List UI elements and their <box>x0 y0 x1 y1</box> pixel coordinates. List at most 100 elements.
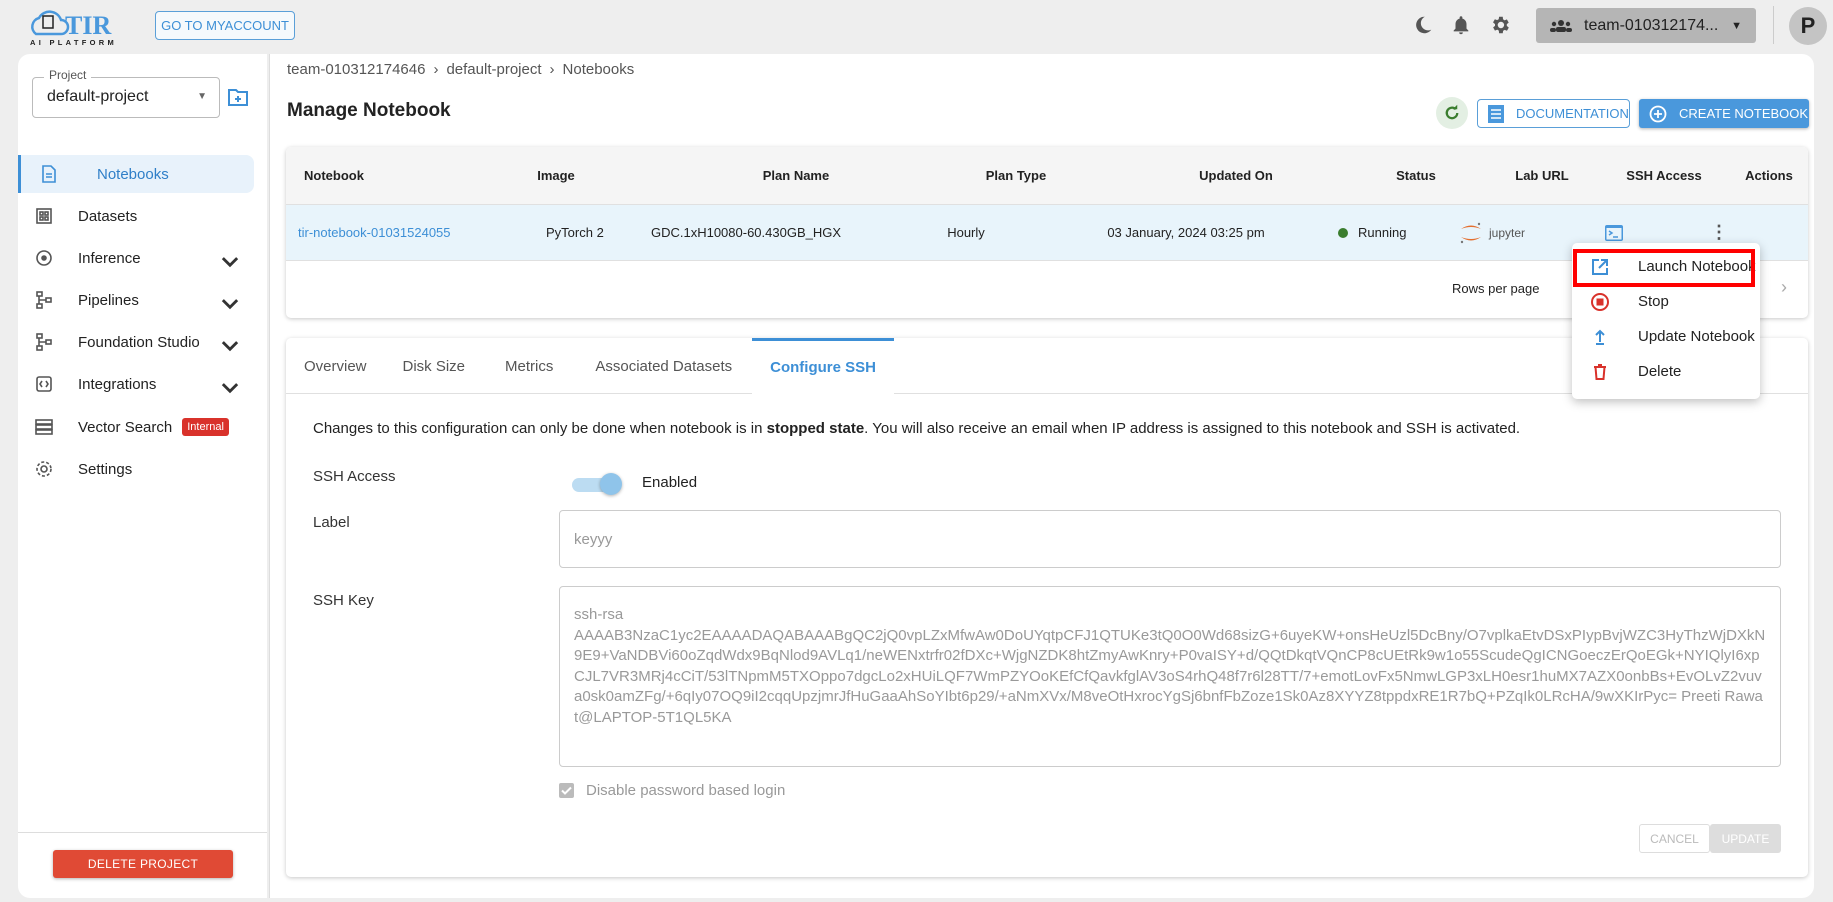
storage-icon <box>35 419 53 435</box>
notebook-details-panel: Overview Disk Size Metrics Associated Da… <box>286 338 1808 877</box>
create-notebook-button[interactable]: CREATE NOTEBOOK <box>1639 99 1809 128</box>
column-header: Lab URL <box>1515 168 1569 183</box>
plus-circle-icon <box>1649 105 1667 122</box>
ssh-info-text: Changes to this configuration can only b… <box>313 420 1521 437</box>
tab-overview[interactable]: Overview <box>286 338 385 394</box>
cancel-button[interactable]: CANCEL <box>1639 824 1710 853</box>
refresh-button[interactable] <box>1436 97 1468 129</box>
sidebar-item-inference[interactable]: Inference <box>18 239 254 277</box>
sidebar-item-vector-search[interactable]: Vector Search Internal <box>18 408 254 446</box>
column-header: Status <box>1396 168 1436 183</box>
team-name: team-010312174... <box>1584 16 1719 34</box>
divider <box>1773 6 1774 44</box>
stop-icon <box>1591 292 1609 311</box>
menu-item-launch-notebook[interactable]: Launch Notebook <box>1572 249 1760 287</box>
sidebar-item-label: Foundation Studio <box>78 333 200 351</box>
main-content: team-010312174646 › default-project › Notebo… <box>269 54 1814 898</box>
sidebar-item-datasets[interactable]: Datasets <box>18 197 254 235</box>
menu-item-stop[interactable]: Stop <box>1572 284 1760 319</box>
caret-down-icon: ▼ <box>1731 19 1742 32</box>
notebook-name-link[interactable]: tir-notebook-01031524055 <box>286 225 546 240</box>
menu-item-delete[interactable]: Delete <box>1572 354 1760 389</box>
chevron-down-icon[interactable] <box>220 377 240 397</box>
breadcrumb-team[interactable]: team-010312174646 <box>287 61 425 78</box>
column-header: SSH Access <box>1626 168 1702 183</box>
actions-menu: Launch Notebook Stop Update Notebook Del… <box>1572 243 1760 399</box>
team-icon <box>1550 19 1572 32</box>
refresh-icon <box>1445 104 1459 120</box>
internal-badge: Internal <box>182 418 229 436</box>
checkbox-checked-icon <box>559 783 574 798</box>
rows-per-page-label: Rows per page <box>1452 281 1540 296</box>
avatar[interactable]: P <box>1789 7 1827 45</box>
more-vert-icon[interactable]: ⋮ <box>1680 222 1758 243</box>
terminal-icon <box>1605 224 1623 241</box>
team-selector[interactable]: team-010312174... ▼ <box>1536 8 1756 43</box>
project-label: Project <box>44 68 92 82</box>
sidebar: default-project ▼ Project Notebooks Datas… <box>18 54 267 898</box>
tab-associated-datasets[interactable]: Associated Datasets <box>575 338 752 394</box>
ssh-access-label: SSH Access <box>313 468 396 485</box>
status-badge: Running <box>1296 225 1436 240</box>
integration-icon <box>36 376 52 392</box>
status-text: Running <box>1358 225 1407 240</box>
jupyter-label: jupyter <box>1488 225 1526 240</box>
ssh-key-body: AAAAB3NzaC1yc2EAAAADAQABAAABgQC2jQ0vpLZx… <box>574 626 1766 726</box>
documentation-button[interactable]: DOCUMENTATION <box>1477 99 1630 128</box>
document-icon <box>1488 104 1504 123</box>
disable-password-label: Disable password based login <box>586 782 786 799</box>
inference-icon <box>36 250 52 266</box>
ssh-access-toggle[interactable] <box>572 473 624 495</box>
go-to-myaccount-button[interactable]: GO TO MYACCOUNT <box>155 11 295 40</box>
moon-icon[interactable] <box>1412 14 1434 36</box>
column-header: Updated On <box>1199 168 1273 183</box>
sidebar-item-integrations[interactable]: Integrations <box>18 365 254 403</box>
tab-disk-size[interactable]: Disk Size <box>385 338 484 394</box>
top-bar: TIR AI PLATFORM GO TO MYACCOUNT team-0103… <box>0 0 1833 53</box>
menu-item-update-notebook[interactable]: Update Notebook <box>1572 319 1760 354</box>
label-field-label: Label <box>313 514 350 531</box>
notebook-icon <box>42 165 56 183</box>
sidebar-item-settings[interactable]: Settings <box>18 450 254 488</box>
pipeline-icon <box>36 291 52 309</box>
sidebar-item-notebooks[interactable]: Notebooks <box>18 155 254 193</box>
column-header: Plan Name <box>762 168 830 183</box>
new-folder-icon[interactable] <box>228 88 248 106</box>
sidebar-item-label: Integrations <box>78 375 157 393</box>
breadcrumb: team-010312174646 › default-project › Notebo… <box>287 61 635 78</box>
caret-down-icon: ▼ <box>197 91 207 102</box>
gear-icon[interactable] <box>1489 14 1511 36</box>
column-header: Actions <box>1745 168 1793 183</box>
chevron-down-icon[interactable] <box>220 293 240 313</box>
chevron-right-icon[interactable]: › <box>1781 277 1787 298</box>
svg-text:AI PLATFORM: AI PLATFORM <box>30 38 117 46</box>
jupyter-lab-link[interactable]: jupyter <box>1436 222 1548 244</box>
tab-metrics[interactable]: Metrics <box>483 338 575 394</box>
delete-project-button[interactable]: DELETE PROJECT <box>53 850 233 878</box>
sidebar-item-pipelines[interactable]: Pipelines <box>18 281 254 319</box>
sidebar-item-foundation-studio[interactable]: Foundation Studio <box>18 323 254 361</box>
documentation-label: DOCUMENTATION <box>1516 106 1629 121</box>
chevron-down-icon[interactable] <box>220 251 240 271</box>
project-select[interactable]: default-project ▼ <box>32 77 220 118</box>
column-header: Notebook <box>304 168 364 183</box>
ssh-key-label: SSH Key <box>313 592 374 609</box>
bell-icon[interactable] <box>1450 14 1472 36</box>
ssh-key-textarea[interactable]: ssh-rsa AAAAB3NzaC1yc2EAAAADAQABAAABgQC2j… <box>559 586 1781 767</box>
sidebar-item-label: Settings <box>78 460 133 478</box>
ssh-access-state: Enabled <box>642 474 698 491</box>
sidebar-item-label: Vector Search <box>78 418 173 436</box>
ssh-access-button[interactable] <box>1548 224 1680 241</box>
chevron-down-icon[interactable] <box>220 335 240 355</box>
label-input[interactable]: keyyy <box>559 510 1781 568</box>
sidebar-item-label: Datasets <box>78 207 138 225</box>
tab-configure-ssh[interactable]: Configure SSH <box>752 338 894 394</box>
plan-type-cell: Hourly <box>947 225 985 240</box>
tir-logo[interactable]: TIR AI PLATFORM <box>28 6 128 47</box>
disable-password-checkbox[interactable]: Disable password based login <box>559 782 785 799</box>
jupyter-icon <box>1460 222 1481 243</box>
update-button[interactable]: UPDATE <box>1710 824 1781 853</box>
breadcrumb-project[interactable]: default-project <box>446 61 541 78</box>
column-header: Image <box>537 168 575 183</box>
plan-name-cell: GDC.1xH10080-60.430GB_HGX <box>650 225 842 240</box>
